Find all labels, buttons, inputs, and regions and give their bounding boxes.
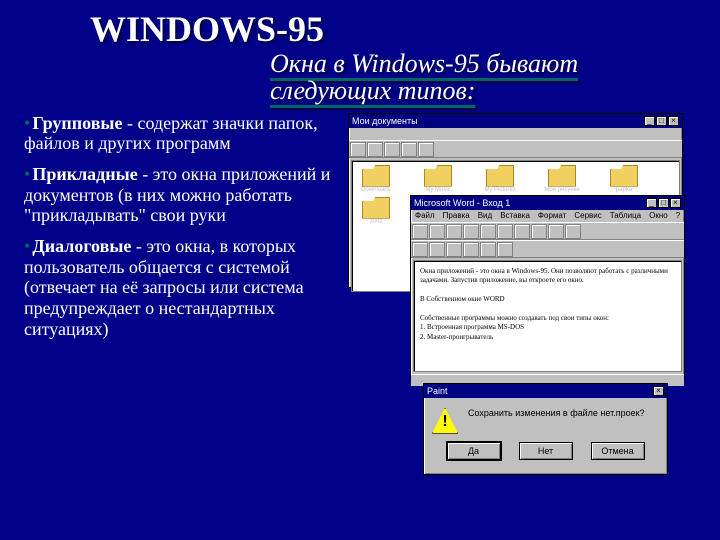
titlebar: Microsoft Word - Вход 1 _ □ × <box>411 196 684 210</box>
cancel-button[interactable]: Отмена <box>591 442 645 460</box>
close-icon[interactable]: × <box>670 198 681 208</box>
slide-subtitle: Окна в Windows-95 бывают следующих типов… <box>0 50 720 109</box>
toolbar-button[interactable] <box>463 224 479 239</box>
minimize-icon[interactable]: _ <box>646 198 657 208</box>
menu-item[interactable]: Формат <box>538 211 566 221</box>
folder-icon <box>362 197 390 219</box>
folder-icon <box>610 165 638 187</box>
toolbar-button[interactable] <box>565 224 581 239</box>
warning-icon <box>432 408 458 434</box>
document-body[interactable]: Окна приложений - это окна в Windows-95.… <box>413 260 682 372</box>
bullet-item: •Диалоговые - это окна, в которых пользо… <box>24 236 334 339</box>
folder-item[interactable]: 2002 <box>356 197 396 225</box>
folder-item[interactable]: My Pictures <box>480 165 520 193</box>
bullet-item: •Групповые - содержат значки папок, файл… <box>24 113 334 154</box>
folder-label: My Music <box>418 187 458 193</box>
menu-item[interactable]: Вставка <box>500 211 530 221</box>
slide-title: WINDOWS-95 <box>0 0 720 50</box>
yes-button[interactable]: Да <box>447 442 501 460</box>
menubar <box>349 128 682 140</box>
titlebar: Paint × <box>424 384 667 398</box>
toolbar-button[interactable] <box>463 242 479 257</box>
toolbar-button[interactable] <box>350 142 366 157</box>
toolbar-button[interactable] <box>531 224 547 239</box>
toolbar-button[interactable] <box>480 242 496 257</box>
bullet-item: •Прикладные - это окна приложений и доку… <box>24 164 334 226</box>
toolbar-button[interactable] <box>548 224 564 239</box>
toolbar-button[interactable] <box>497 224 513 239</box>
toolbar <box>349 140 682 158</box>
menu-item[interactable]: ? <box>676 211 680 221</box>
toolbar-button[interactable] <box>514 224 530 239</box>
toolbar-button[interactable] <box>446 242 462 257</box>
toolbar-button[interactable] <box>480 224 496 239</box>
window-title: Paint <box>427 386 448 396</box>
titlebar: Мои документы _ □ × <box>349 114 682 128</box>
folder-icon <box>548 165 576 187</box>
folder-icon <box>424 165 452 187</box>
folder-item[interactable]: My Music <box>418 165 458 193</box>
maximize-icon[interactable]: □ <box>658 198 669 208</box>
folder-item[interactable]: Downloads <box>356 165 396 193</box>
toolbar-button[interactable] <box>418 142 434 157</box>
toolbar-button[interactable] <box>367 142 383 157</box>
menubar[interactable]: Файл Правка Вид Вставка Формат Сервис Таблица О… <box>411 210 684 222</box>
application-window: Microsoft Word - Вход 1 _ □ × Файл Правка… <box>410 195 685 380</box>
menu-item[interactable]: Файл <box>415 211 435 221</box>
folder-icon <box>486 165 514 187</box>
maximize-icon[interactable]: □ <box>656 116 667 126</box>
folder-label: Mои рисунки <box>542 187 582 193</box>
folder-item[interactable]: Mои рисунки <box>542 165 582 193</box>
close-icon[interactable]: × <box>653 386 664 396</box>
menu-item[interactable]: Окно <box>649 211 668 221</box>
minimize-icon[interactable]: _ <box>644 116 655 126</box>
illustrations: Мои документы _ □ × Downloads My Music My … <box>348 113 708 350</box>
toolbar-button[interactable] <box>429 242 445 257</box>
menu-item[interactable]: Правка <box>443 211 470 221</box>
no-button[interactable]: Нет <box>519 442 573 460</box>
toolbar-button[interactable] <box>497 242 513 257</box>
toolbar <box>411 240 684 258</box>
menu-item[interactable]: Вид <box>478 211 492 221</box>
folder-item[interactable]: papka <box>604 165 644 193</box>
window-title: Мои документы <box>352 116 418 126</box>
toolbar-button[interactable] <box>401 142 417 157</box>
folder-label: 2002 <box>356 219 396 225</box>
close-icon[interactable]: × <box>668 116 679 126</box>
dialog-message: Сохранить изменения в файле нет.проек? <box>468 408 645 434</box>
dialog-window: Paint × Сохранить изменения в файле нет.… <box>423 383 668 475</box>
window-title: Microsoft Word - Вход 1 <box>414 198 510 208</box>
folder-label: Downloads <box>356 187 396 193</box>
folder-icon <box>362 165 390 187</box>
toolbar <box>411 222 684 240</box>
toolbar-button[interactable] <box>429 224 445 239</box>
menu-item[interactable]: Таблица <box>610 211 641 221</box>
folder-label: papka <box>604 187 644 193</box>
folder-label: My Pictures <box>480 187 520 193</box>
menu-item[interactable]: Сервис <box>574 211 601 221</box>
bullet-list: •Групповые - содержат значки папок, файл… <box>24 113 334 350</box>
toolbar-button[interactable] <box>446 224 462 239</box>
toolbar-button[interactable] <box>384 142 400 157</box>
toolbar-button[interactable] <box>412 242 428 257</box>
toolbar-button[interactable] <box>412 224 428 239</box>
